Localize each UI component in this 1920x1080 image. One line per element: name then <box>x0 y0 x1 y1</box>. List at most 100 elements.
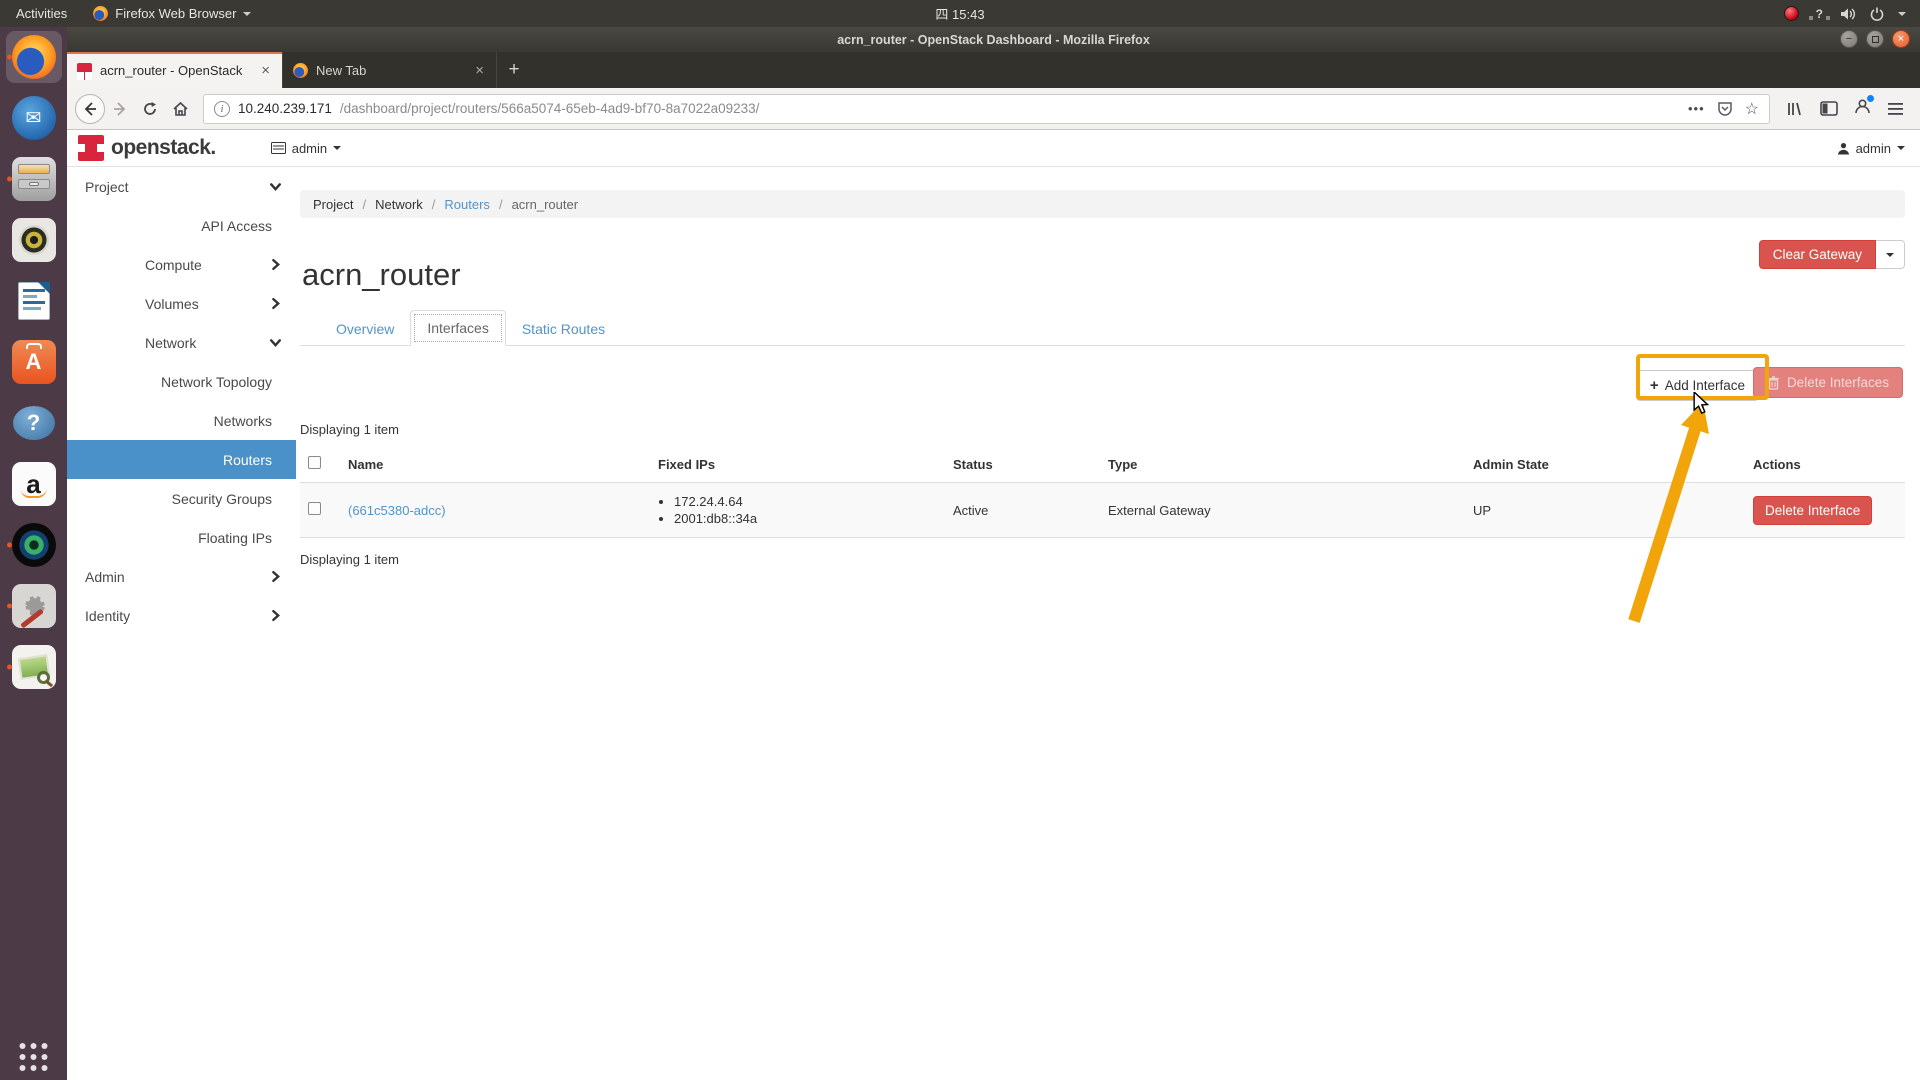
sidebar-item-compute[interactable]: Compute <box>67 245 296 284</box>
bookmark-star-icon[interactable]: ☆ <box>1745 99 1759 119</box>
breadcrumb-separator: / <box>432 197 436 212</box>
home-button[interactable] <box>165 94 195 124</box>
dock-item-ubuntu-software[interactable]: A <box>6 336 62 388</box>
tab-close-icon[interactable]: × <box>259 62 272 79</box>
forward-button[interactable] <box>105 94 135 124</box>
url-path: /dashboard/project/routers/566a5074-65eb… <box>340 101 1680 116</box>
tab-title: acrn_router - OpenStack <box>100 63 251 78</box>
dock-item-thunderbird[interactable]: ✉ <box>6 92 62 144</box>
tab-acrn-router[interactable]: acrn_router - OpenStack × <box>67 52 282 88</box>
gear-wrench-icon <box>12 584 56 628</box>
fixed-ip: 172.24.4.64 <box>674 494 937 509</box>
dock-item-screen-recorder[interactable] <box>6 519 62 571</box>
sidebar-label: Networks <box>214 413 272 429</box>
tab-static-routes[interactable]: Static Routes <box>506 312 621 346</box>
new-tab-button[interactable]: + <box>497 52 531 88</box>
close-button[interactable]: × <box>1892 30 1910 48</box>
clock[interactable]: 四 15:43 <box>935 4 984 23</box>
sidebar-item-api-access[interactable]: API Access <box>67 206 296 245</box>
sidebar-label: Compute <box>145 257 202 273</box>
dock-item-firefox[interactable] <box>6 31 62 83</box>
tab-interfaces[interactable]: Interfaces <box>410 310 505 346</box>
gnome-top-bar: Activities Firefox Web Browser 四 15:43 ? <box>0 0 1920 27</box>
pocket-icon[interactable] <box>1717 101 1733 117</box>
reload-button[interactable] <box>135 94 165 124</box>
minimize-button[interactable]: − <box>1840 30 1858 48</box>
system-tray[interactable]: ? <box>1784 6 1920 21</box>
screen-recording-indicator-icon <box>1784 6 1799 21</box>
dock-item-help[interactable]: ? <box>6 397 62 449</box>
sidebar-item-admin[interactable]: Admin <box>67 557 296 596</box>
openstack-logo-icon[interactable] <box>78 135 104 161</box>
site-info-icon[interactable]: i <box>214 101 230 117</box>
running-indicator <box>7 177 12 182</box>
dock-item-libreoffice-writer[interactable] <box>6 275 62 327</box>
chevron-down-icon <box>1897 146 1905 150</box>
sidebar-toggle-icon[interactable] <box>1820 101 1838 116</box>
clear-gateway-dropdown-toggle[interactable] <box>1876 240 1905 269</box>
firefox-icon <box>293 63 308 78</box>
page-title: acrn_router <box>302 257 461 293</box>
dock-item-amazon[interactable]: a <box>6 458 62 510</box>
row-checkbox[interactable] <box>308 502 321 515</box>
chevron-down-icon <box>269 336 282 349</box>
show-applications-button[interactable] <box>19 1043 48 1072</box>
maximize-button[interactable] <box>1866 30 1884 48</box>
sidebar-item-network-topology[interactable]: Network Topology <box>67 362 296 401</box>
sidebar-item-identity[interactable]: Identity <box>67 596 296 635</box>
item-count-top: Displaying 1 item <box>300 422 1905 437</box>
tab-close-icon[interactable]: × <box>473 62 486 79</box>
notification-dot <box>1867 95 1874 102</box>
dock-item-system-tools[interactable] <box>6 580 62 632</box>
firefox-window: acrn_router - OpenStack Dashboard - Mozi… <box>67 27 1920 1080</box>
file-cabinet-icon <box>12 157 56 201</box>
router-detail-tabs: Overview Interfaces Static Routes <box>300 310 1905 346</box>
col-actions: Actions <box>1745 446 1905 483</box>
chevron-down-icon <box>333 146 341 150</box>
select-all-checkbox[interactable] <box>308 456 321 469</box>
sidebar-item-floating-ips[interactable]: Floating IPs <box>67 518 296 557</box>
breadcrumb-project: Project <box>313 197 353 212</box>
window-titlebar[interactable]: acrn_router - OpenStack Dashboard - Mozi… <box>67 27 1920 52</box>
openstack-favicon <box>77 63 92 78</box>
firefox-icon <box>93 6 108 21</box>
back-button[interactable] <box>75 94 105 124</box>
hamburger-menu-icon[interactable] <box>1887 102 1904 116</box>
sidebar-item-project[interactable]: Project <box>67 167 296 206</box>
dock-item-files[interactable] <box>6 153 62 205</box>
sidebar-item-networks[interactable]: Networks <box>67 401 296 440</box>
chevron-down-icon <box>269 180 282 193</box>
page-actions-icon[interactable]: ••• <box>1688 101 1705 116</box>
desktop: Activities Firefox Web Browser 四 15:43 ? <box>0 0 1920 1080</box>
chevron-right-icon <box>269 570 282 583</box>
sidebar-label: Network Topology <box>161 374 272 390</box>
user-icon <box>1837 142 1850 155</box>
tab-new-tab[interactable]: New Tab × <box>282 52 497 88</box>
domain-selector[interactable]: admin <box>271 141 341 156</box>
delete-interfaces-label: Delete Interfaces <box>1787 375 1889 390</box>
dock-item-screenshot-tool[interactable] <box>6 641 62 693</box>
delete-interfaces-button[interactable]: Delete Interfaces <box>1753 367 1903 398</box>
interface-name-link[interactable]: (661c5380-adcc) <box>348 503 446 518</box>
speaker-icon <box>12 218 56 262</box>
openstack-wordmark: openstack. <box>111 136 216 160</box>
app-menu[interactable]: Firefox Web Browser <box>83 0 261 27</box>
sidebar-item-security-groups[interactable]: Security Groups <box>67 479 296 518</box>
clear-gateway-button[interactable]: Clear Gateway <box>1759 240 1876 269</box>
chevron-right-icon <box>269 609 282 622</box>
running-indicator <box>7 665 12 670</box>
sidebar-item-routers[interactable]: Routers <box>67 440 296 479</box>
sidebar-item-network[interactable]: Network <box>67 323 296 362</box>
sidebar-item-volumes[interactable]: Volumes <box>67 284 296 323</box>
annotation-highlight-box <box>1636 354 1769 400</box>
breadcrumb-routers-link[interactable]: Routers <box>444 197 490 212</box>
delete-interface-button[interactable]: Delete Interface <box>1753 496 1872 525</box>
table-row: (661c5380-adcc) 172.24.4.64 2001:db8::34… <box>300 483 1905 538</box>
tab-overview[interactable]: Overview <box>320 312 410 346</box>
library-icon[interactable] <box>1786 101 1804 117</box>
activities-button[interactable]: Activities <box>0 0 83 27</box>
dock-item-rhythmbox[interactable] <box>6 214 62 266</box>
firefox-account-icon[interactable] <box>1854 98 1871 120</box>
url-bar[interactable]: i 10.240.239.171/dashboard/project/route… <box>203 94 1770 124</box>
user-menu[interactable]: admin <box>1837 141 1905 156</box>
